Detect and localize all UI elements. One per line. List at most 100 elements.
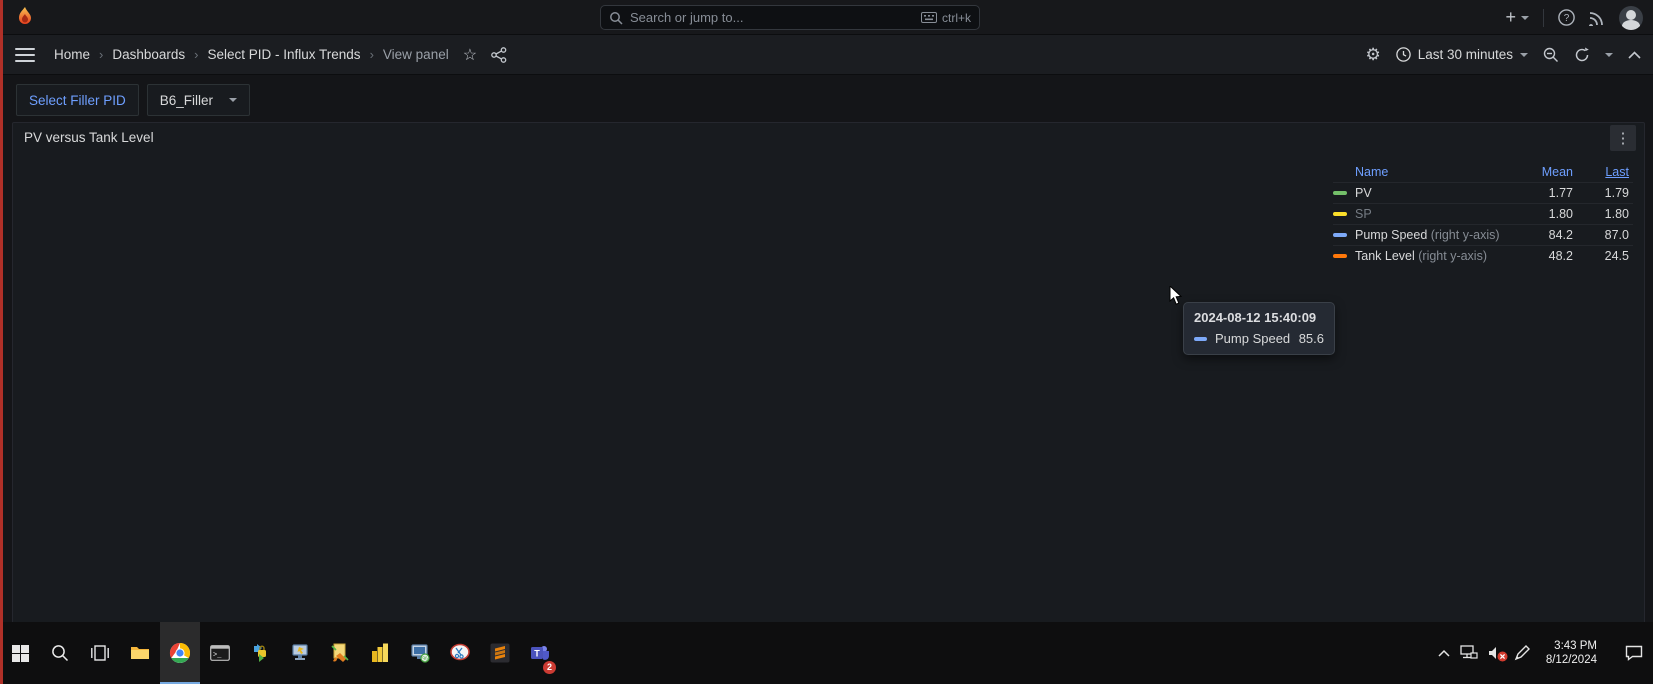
volume-muted-icon[interactable] bbox=[1488, 646, 1508, 662]
svg-text:>_: >_ bbox=[213, 652, 222, 660]
filler-pid-dropdown[interactable]: B6_Filler bbox=[146, 84, 251, 116]
svg-text:?: ? bbox=[1564, 13, 1570, 24]
legend-row-pump-speed[interactable]: Pump Speed (right y-axis) 84.2 87.0 bbox=[1333, 224, 1633, 245]
chart-tooltip: 2024-08-12 15:40:09 Pump Speed 85.6 bbox=[1183, 302, 1335, 355]
svg-text:%: % bbox=[422, 657, 428, 663]
panel-menu-button[interactable]: ⋮ bbox=[1610, 125, 1636, 151]
vm-viewer-icon: % bbox=[411, 644, 430, 663]
clock-icon bbox=[1395, 47, 1411, 62]
teams-icon: T bbox=[531, 646, 549, 660]
power-bi-button[interactable] bbox=[360, 622, 400, 684]
remote-desktop-button[interactable] bbox=[280, 622, 320, 684]
clock-time: 3:43 PM bbox=[1554, 640, 1597, 652]
pump-speed-series-swatch bbox=[1333, 233, 1347, 237]
task-view-button[interactable] bbox=[80, 622, 120, 684]
remote-desktop-icon bbox=[292, 644, 308, 660]
tank-level-series-swatch bbox=[1333, 254, 1347, 258]
start-button[interactable] bbox=[0, 622, 40, 684]
chrome-button[interactable] bbox=[160, 622, 200, 684]
zoom-out-button[interactable] bbox=[1543, 47, 1559, 63]
windows-logo-icon bbox=[11, 644, 29, 662]
divider bbox=[1543, 8, 1544, 27]
file-explorer-icon bbox=[131, 647, 149, 659]
news-button[interactable] bbox=[1589, 10, 1605, 26]
capture-border bbox=[0, 0, 3, 684]
breadcrumb-home[interactable]: Home bbox=[54, 47, 90, 62]
breadcrumb: Home › Dashboards › Select PID - Influx … bbox=[54, 47, 449, 62]
legend-col-last[interactable]: Last bbox=[1573, 165, 1629, 179]
search-placeholder: Search or jump to... bbox=[630, 10, 744, 25]
user-avatar[interactable] bbox=[1619, 5, 1643, 30]
chart-plot-area[interactable] bbox=[47, 160, 1296, 620]
legend-col-mean[interactable]: Mean bbox=[1513, 165, 1573, 179]
network-icon[interactable] bbox=[1460, 645, 1478, 661]
windows-ink-pen-icon[interactable] bbox=[1514, 645, 1530, 661]
help-icon: ? bbox=[1558, 9, 1575, 26]
action-center-icon[interactable] bbox=[1625, 645, 1643, 661]
winscp-button[interactable] bbox=[240, 622, 280, 684]
snipping-tool-button[interactable] bbox=[440, 622, 480, 684]
select-filler-pid-link[interactable]: Select Filler PID bbox=[16, 84, 139, 116]
grafana-logo[interactable] bbox=[12, 4, 38, 30]
system-tray: 3:43 PM 8/12/2024 bbox=[1438, 622, 1653, 684]
breadcrumb-dashboards[interactable]: Dashboards bbox=[112, 47, 185, 62]
refresh-interval-dropdown[interactable] bbox=[1605, 52, 1613, 57]
legend-row-tank-level[interactable]: Tank Level (right y-axis) 48.2 24.5 bbox=[1333, 245, 1633, 266]
help-button[interactable]: ? bbox=[1558, 9, 1575, 26]
clock-date: 8/12/2024 bbox=[1545, 654, 1597, 666]
taskbar-search-button[interactable] bbox=[40, 622, 80, 684]
breadcrumb-view-panel: View panel bbox=[382, 47, 449, 62]
rss-icon bbox=[1589, 11, 1603, 26]
breadcrumb-separator: › bbox=[369, 47, 374, 62]
favorite-star-button[interactable]: ☆ bbox=[463, 45, 477, 65]
refresh-icon bbox=[1575, 47, 1589, 61]
add-new-button[interactable]: + bbox=[1505, 7, 1529, 28]
legend-col-name[interactable]: Name bbox=[1355, 165, 1513, 179]
config-tool-button[interactable] bbox=[320, 622, 360, 684]
sublime-text-button[interactable] bbox=[480, 622, 520, 684]
legend-row-pv[interactable]: PV 1.77 1.79 bbox=[1333, 182, 1633, 203]
keyboard-icon bbox=[920, 12, 937, 23]
collapse-chevron-up-icon[interactable] bbox=[1628, 50, 1641, 59]
panel-title: PV versus Tank Level bbox=[24, 130, 154, 145]
search-shortcut: ctrl+k bbox=[920, 11, 971, 25]
dashboard-settings-button[interactable]: ⚙ bbox=[1365, 45, 1380, 65]
legend-table: Name Mean Last PV 1.77 1.79 SP 1.80 1.80… bbox=[1333, 162, 1633, 266]
hidden-icons-chevron[interactable] bbox=[1438, 649, 1450, 657]
refresh-button[interactable] bbox=[1574, 47, 1590, 63]
breadcrumb-separator: › bbox=[194, 47, 199, 62]
topbar-actions: + ? bbox=[1505, 0, 1643, 35]
time-range-picker[interactable]: Last 30 minutes bbox=[1395, 47, 1528, 62]
search-input[interactable]: Search or jump to... ctrl+k bbox=[600, 5, 980, 30]
config-tool-icon bbox=[331, 643, 349, 662]
pump-speed-series-swatch bbox=[1194, 336, 1207, 341]
legend-header: Name Mean Last bbox=[1333, 162, 1633, 182]
toolbar-actions: ⚙ Last 30 minutes bbox=[1365, 45, 1641, 65]
breadcrumb-dashboard-name[interactable]: Select PID - Influx Trends bbox=[208, 47, 361, 62]
vm-viewer-button[interactable]: % bbox=[400, 622, 440, 684]
share-button[interactable] bbox=[491, 46, 507, 63]
teams-notification-badge: 2 bbox=[543, 661, 556, 674]
power-bi-icon bbox=[372, 643, 388, 662]
pv-series-swatch bbox=[1333, 191, 1347, 195]
menu-toggle-button[interactable] bbox=[15, 47, 35, 62]
dashboard-toolbar: Home › Dashboards › Select PID - Influx … bbox=[0, 35, 1653, 75]
share-icon bbox=[491, 46, 507, 63]
legend-row-sp[interactable]: SP 1.80 1.80 bbox=[1333, 203, 1633, 224]
chevron-down-icon bbox=[1520, 52, 1528, 57]
search-icon bbox=[610, 11, 623, 25]
command-prompt-button[interactable]: >_ bbox=[200, 622, 240, 684]
teams-button[interactable]: T 2 bbox=[520, 622, 560, 684]
taskbar-clock[interactable]: 3:43 PM 8/12/2024 bbox=[1546, 639, 1597, 667]
top-nav-bar: Search or jump to... ctrl+k + ? bbox=[0, 0, 1653, 35]
svg-text:T: T bbox=[534, 649, 540, 659]
grafana-screen: Search or jump to... ctrl+k + ? Home › D… bbox=[0, 0, 1653, 684]
snipping-tool-icon bbox=[450, 643, 470, 661]
winscp-icon bbox=[254, 644, 266, 662]
time-range-label: Last 30 minutes bbox=[1417, 47, 1513, 62]
command-prompt-icon: >_ bbox=[210, 645, 230, 661]
chevron-down-icon bbox=[229, 98, 238, 102]
task-view-icon bbox=[91, 645, 109, 661]
tooltip-series-name: Pump Speed bbox=[1215, 331, 1291, 346]
file-explorer-button[interactable] bbox=[120, 622, 160, 684]
